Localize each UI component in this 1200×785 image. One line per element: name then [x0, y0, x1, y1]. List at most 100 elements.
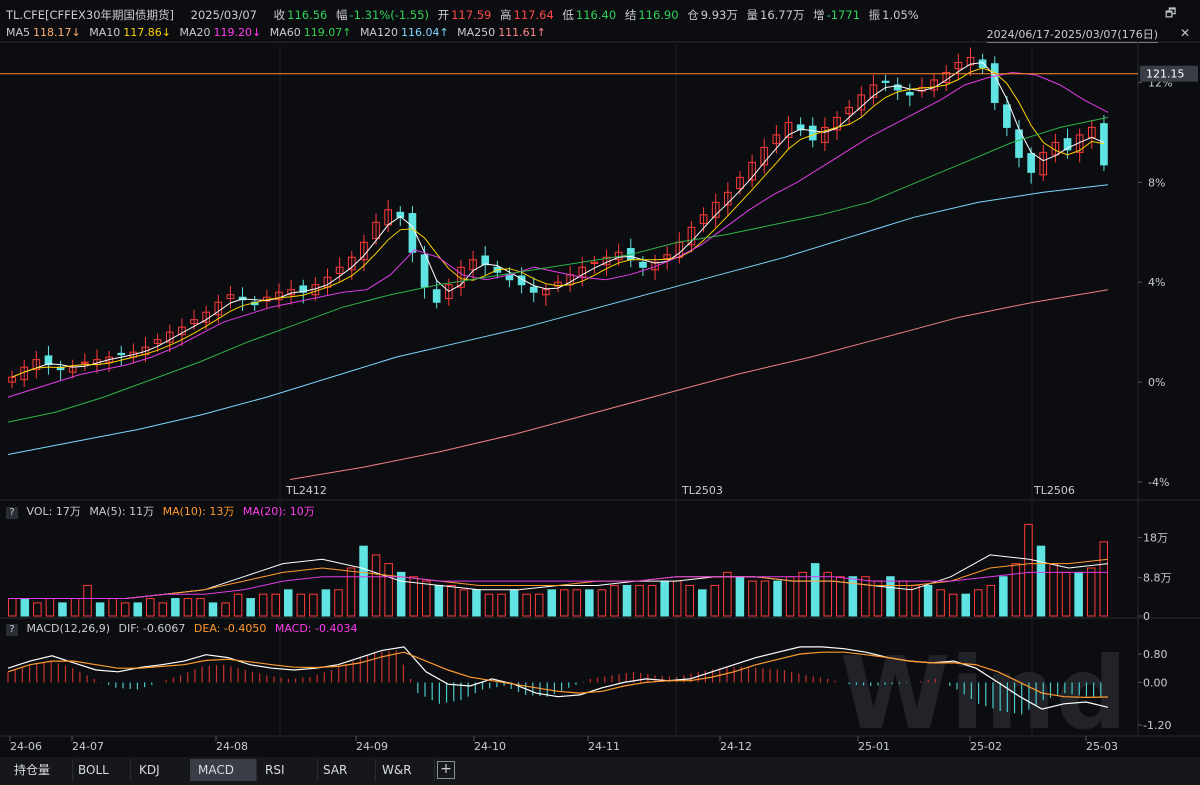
chart-area[interactable]: Wind 12%8%4%0%-4%121.15TL2412 TL2503 TL250… [0, 0, 1200, 757]
vol-ma5-line [8, 554, 1109, 599]
price-pane [7, 47, 1109, 480]
volume-bar [1099, 541, 1108, 617]
volume-bar [685, 584, 694, 617]
price-y-tick-label: -4% [1148, 476, 1169, 489]
reference-level-value: 121.15 [1146, 68, 1185, 81]
macd-value: MACD: -0.4034 [274, 622, 358, 635]
candle-body [1100, 123, 1108, 166]
volume-bar [986, 584, 996, 617]
volume-bar [610, 584, 619, 617]
ma60-line [7, 116, 1109, 423]
volume-bar [1074, 571, 1083, 617]
volume-bar [622, 584, 632, 617]
contract-label: TL2503 [681, 484, 723, 497]
x-axis-date-label: 24-10 [474, 740, 506, 753]
volume-bar [321, 589, 331, 617]
volume-bar [509, 589, 519, 617]
vol-help-icon[interactable]: ? [6, 507, 18, 519]
tab-sar[interactable]: SAR [315, 759, 376, 781]
add-indicator-icon[interactable]: + [437, 761, 455, 779]
volume-bar [70, 598, 80, 617]
volume-bar [560, 589, 569, 617]
volume-bar [585, 589, 594, 617]
tab-kdj[interactable]: KDJ [131, 759, 192, 781]
volume-bar [861, 576, 870, 617]
candle-body [420, 254, 429, 288]
volume-bar [672, 580, 682, 617]
price-y-tick-label: 4% [1148, 276, 1165, 289]
x-axis-date-label: 24-12 [720, 740, 752, 753]
volume-bar [660, 580, 669, 617]
volume-bar [1061, 571, 1071, 617]
volume-bar [522, 593, 531, 617]
volume-bar [196, 598, 205, 617]
macd-header: ? MACD(12,26,9) DIF: -0.6067 DEA: -0.405… [6, 622, 362, 638]
volume-bar [33, 602, 42, 617]
volume-bar [359, 545, 368, 617]
vol-ma20: MA(20): 10万 [242, 505, 315, 518]
volume-bar [597, 589, 607, 617]
volume-bar [422, 580, 431, 617]
volume-pane [8, 523, 1109, 617]
volume-bar [723, 571, 732, 617]
ma10-line [11, 67, 1105, 378]
x-axis-date-label: 24-07 [72, 740, 104, 753]
volume-bar [1036, 545, 1046, 617]
volume-bar [974, 589, 983, 617]
watermark: Wind [840, 635, 1127, 752]
volume-bar [183, 598, 193, 617]
volume-bar [58, 602, 67, 617]
macd-help-icon[interactable]: ? [6, 624, 18, 636]
volume-bar [773, 580, 782, 617]
macd-y-tick-label: -1.20 [1143, 719, 1171, 732]
volume-bar [698, 589, 707, 617]
candle-body [905, 91, 914, 96]
volume-bar [83, 584, 92, 617]
volume-bar [20, 598, 30, 617]
volume-bar [396, 571, 406, 617]
contract-label: TL2412 [285, 484, 327, 497]
volume-bar [572, 589, 582, 617]
volume-bar [1024, 523, 1033, 617]
contract-label: TL2506 [1033, 484, 1075, 497]
volume-bar [1049, 563, 1058, 617]
macd-params: MACD(12,26,9) [26, 622, 111, 635]
volume-bar [911, 584, 920, 617]
ma5-line [11, 61, 1105, 378]
volume-bar [1086, 567, 1096, 617]
x-axis-date-label: 25-03 [1086, 740, 1118, 753]
tab-rsi[interactable]: RSI [257, 759, 318, 781]
volume-bar [999, 576, 1008, 617]
volume-bar [647, 584, 657, 617]
volume-bar [748, 580, 757, 617]
candle-body [881, 80, 890, 83]
x-axis-date-label: 25-02 [970, 740, 1002, 753]
volume-bar [735, 576, 745, 617]
volume-bar [146, 598, 155, 617]
x-axis-date-label: 25-01 [858, 740, 890, 753]
volume-bar [886, 576, 895, 617]
tab-oi[interactable]: 持仓量 [6, 759, 73, 781]
x-axis-date-label: 24-09 [356, 740, 388, 753]
volume-bar [760, 580, 770, 617]
candle-body [1027, 153, 1035, 173]
volume-bar [961, 593, 970, 617]
volume-bar [246, 598, 255, 617]
ma250-line [289, 289, 1109, 480]
volume-bar [434, 584, 444, 617]
tab-boll[interactable]: BOLL [70, 759, 131, 781]
volume-bar [284, 589, 293, 617]
tab-macd[interactable]: MACD [190, 759, 257, 781]
x-axis-date-label: 24-06 [10, 740, 42, 753]
dif-value: DIF: -0.6067 [118, 622, 186, 635]
volume-bar [547, 589, 556, 617]
volume-bar [371, 554, 381, 617]
volume-bar [133, 602, 142, 617]
vol-ma5: MA(5): 11万 [89, 505, 155, 518]
volume-bar [898, 580, 908, 617]
ma120-line [7, 184, 1109, 455]
volume-bar [45, 598, 55, 617]
volume-bar [309, 593, 318, 617]
tab-wr[interactable]: W&R [374, 759, 435, 781]
macd-y-tick-label: 0.00 [1143, 676, 1168, 689]
